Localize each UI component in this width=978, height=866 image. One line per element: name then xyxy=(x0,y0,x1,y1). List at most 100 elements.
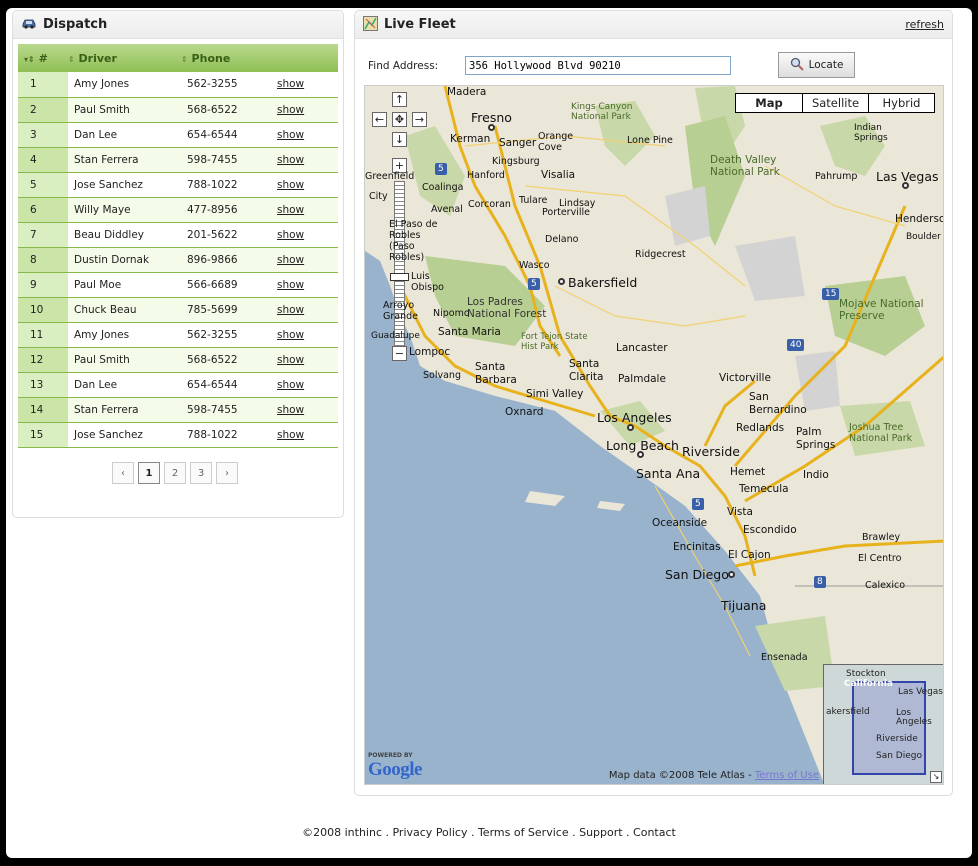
driver-name: Dustin Dornak xyxy=(74,253,150,266)
locate-button[interactable]: Locate xyxy=(778,52,855,78)
park-label: Kings Canyon National Park xyxy=(571,102,633,122)
driver-name-cell: Beau Diddley xyxy=(68,222,181,248)
city-label: Temecula xyxy=(739,483,789,495)
google-logo[interactable]: POWERED BY Google xyxy=(368,752,423,781)
row-number: 3 xyxy=(30,128,37,141)
city-label: Santa Barbara xyxy=(475,361,517,386)
driver-phone-cell: 896-9866 xyxy=(181,247,271,273)
zoom-slider-thumb[interactable] xyxy=(390,273,409,281)
show-link-cell: show xyxy=(271,397,338,423)
driver-name-cell: Willy Maye xyxy=(68,197,181,223)
driver-name: Jose Sanchez xyxy=(74,178,143,191)
city-label: Corcoran xyxy=(468,199,511,210)
show-link[interactable]: show xyxy=(277,354,304,366)
show-link[interactable]: show xyxy=(277,379,304,391)
show-link-cell: show xyxy=(271,147,338,173)
map-type-hybrid-button[interactable]: Hybrid xyxy=(868,94,934,112)
show-link[interactable]: show xyxy=(277,329,304,341)
row-number: 10 xyxy=(30,303,44,316)
show-link[interactable]: show xyxy=(277,129,304,141)
col-phone-header[interactable]: ⇕ Phone xyxy=(181,44,271,72)
show-link-cell: show xyxy=(271,197,338,223)
pager-next-button[interactable]: › xyxy=(216,462,238,484)
city-label: Riverside xyxy=(682,444,740,459)
row-number-cell: 12 xyxy=(18,347,68,373)
pager-page-2[interactable]: 2 xyxy=(164,462,186,484)
driver-phone-cell: 562-3255 xyxy=(181,322,271,348)
pan-center-icon[interactable]: ✥ xyxy=(392,112,407,127)
show-link[interactable]: show xyxy=(277,179,304,191)
dispatch-header: Dispatch xyxy=(13,11,343,39)
zoom-out-icon[interactable]: − xyxy=(392,346,407,361)
show-link[interactable]: show xyxy=(277,304,304,316)
park-label: Fort Tejon State Hist Park xyxy=(521,332,588,352)
terms-of-use-link[interactable]: Terms of Use xyxy=(755,770,819,781)
pager-prev-button[interactable]: ‹ xyxy=(112,462,134,484)
driver-phone: 598-7455 xyxy=(187,153,238,166)
zoom-slider[interactable] xyxy=(394,181,405,349)
map-type-satellite-button[interactable]: Satellite xyxy=(802,94,868,112)
map-type-map-button[interactable]: Map xyxy=(736,94,802,112)
overview-label: Los Angeles xyxy=(896,708,932,727)
city-marker xyxy=(902,182,909,189)
overview-toggle-icon[interactable]: ↘ xyxy=(930,771,942,783)
city-marker xyxy=(637,451,644,458)
city-label: Hanford xyxy=(467,170,505,181)
city-label: Lone Pine xyxy=(627,135,673,146)
highway-shield: 8 xyxy=(814,576,826,588)
city-label: Vista xyxy=(727,506,753,518)
row-number-cell: 6 xyxy=(18,197,68,223)
overview-label: Las Vegas xyxy=(898,687,943,697)
overview-map[interactable]: Stockton California Las Vegas akersfield… xyxy=(823,664,943,784)
city-label: Palmdale xyxy=(618,373,666,385)
overview-label: California xyxy=(844,679,893,689)
driver-phone: 562-3255 xyxy=(187,78,238,91)
show-link[interactable]: show xyxy=(277,78,304,90)
live-fleet-panel: Live Fleet refresh Find Address: Locate xyxy=(354,10,953,796)
pager-page-3[interactable]: 3 xyxy=(190,462,212,484)
row-number-cell: 8 xyxy=(18,247,68,273)
col-driver-header[interactable]: ⇕ Driver xyxy=(68,44,181,72)
show-link[interactable]: show xyxy=(277,429,304,441)
table-row: 6 Willy Maye 477-8956 show xyxy=(18,197,338,223)
city-label: Redlands xyxy=(736,422,785,434)
driver-phone-cell: 598-7455 xyxy=(181,147,271,173)
row-number-cell: 3 xyxy=(18,122,68,148)
show-link[interactable]: show xyxy=(277,254,304,266)
pager-page-1[interactable]: 1 xyxy=(138,462,160,484)
city-label: Escondido xyxy=(743,524,797,536)
magnifier-icon xyxy=(790,57,804,74)
show-link[interactable]: show xyxy=(277,404,304,416)
address-input[interactable] xyxy=(465,56,731,75)
driver-phone: 562-3255 xyxy=(187,328,238,341)
pan-left-icon[interactable]: ← xyxy=(372,112,387,127)
pan-up-icon[interactable]: ↑ xyxy=(392,92,407,107)
pan-right-icon[interactable]: → xyxy=(412,112,427,127)
show-link[interactable]: show xyxy=(277,104,304,116)
row-number: 8 xyxy=(30,253,37,266)
map-view[interactable]: Map Satellite Hybrid ↑ ← ✥ → ↓ + − 5 5 1… xyxy=(364,85,944,785)
show-link[interactable]: show xyxy=(277,279,304,291)
col-num-header[interactable]: ▾⇕ # xyxy=(18,44,68,72)
sort-icon: ▾⇕ xyxy=(24,54,35,64)
city-label: Santa Clarita xyxy=(569,358,604,383)
highway-shield: 5 xyxy=(528,278,540,290)
city-label: Sanger xyxy=(499,137,537,149)
highway-shield: 5 xyxy=(692,498,704,510)
highway-shield: 40 xyxy=(787,339,805,351)
refresh-link[interactable]: refresh xyxy=(905,18,944,31)
driver-phone-cell: 566-6689 xyxy=(181,272,271,298)
table-row: 8 Dustin Dornak 896-9866 show xyxy=(18,247,338,273)
show-link[interactable]: show xyxy=(277,229,304,241)
show-link[interactable]: show xyxy=(277,154,304,166)
city-label: Oceanside xyxy=(652,517,708,529)
driver-phone-cell: 785-5699 xyxy=(181,297,271,323)
show-link[interactable]: show xyxy=(277,204,304,216)
pan-down-icon[interactable]: ↓ xyxy=(392,132,407,147)
driver-table: ▾⇕ # ⇕ Driver ⇕ Phone 1 Amy Jones 562-3255… xyxy=(18,44,338,448)
city-marker xyxy=(627,424,634,431)
city-label: Calexico xyxy=(865,580,906,591)
row-number-cell: 11 xyxy=(18,322,68,348)
show-link-cell: show xyxy=(271,422,338,448)
table-row: 13 Dan Lee 654-6544 show xyxy=(18,372,338,398)
